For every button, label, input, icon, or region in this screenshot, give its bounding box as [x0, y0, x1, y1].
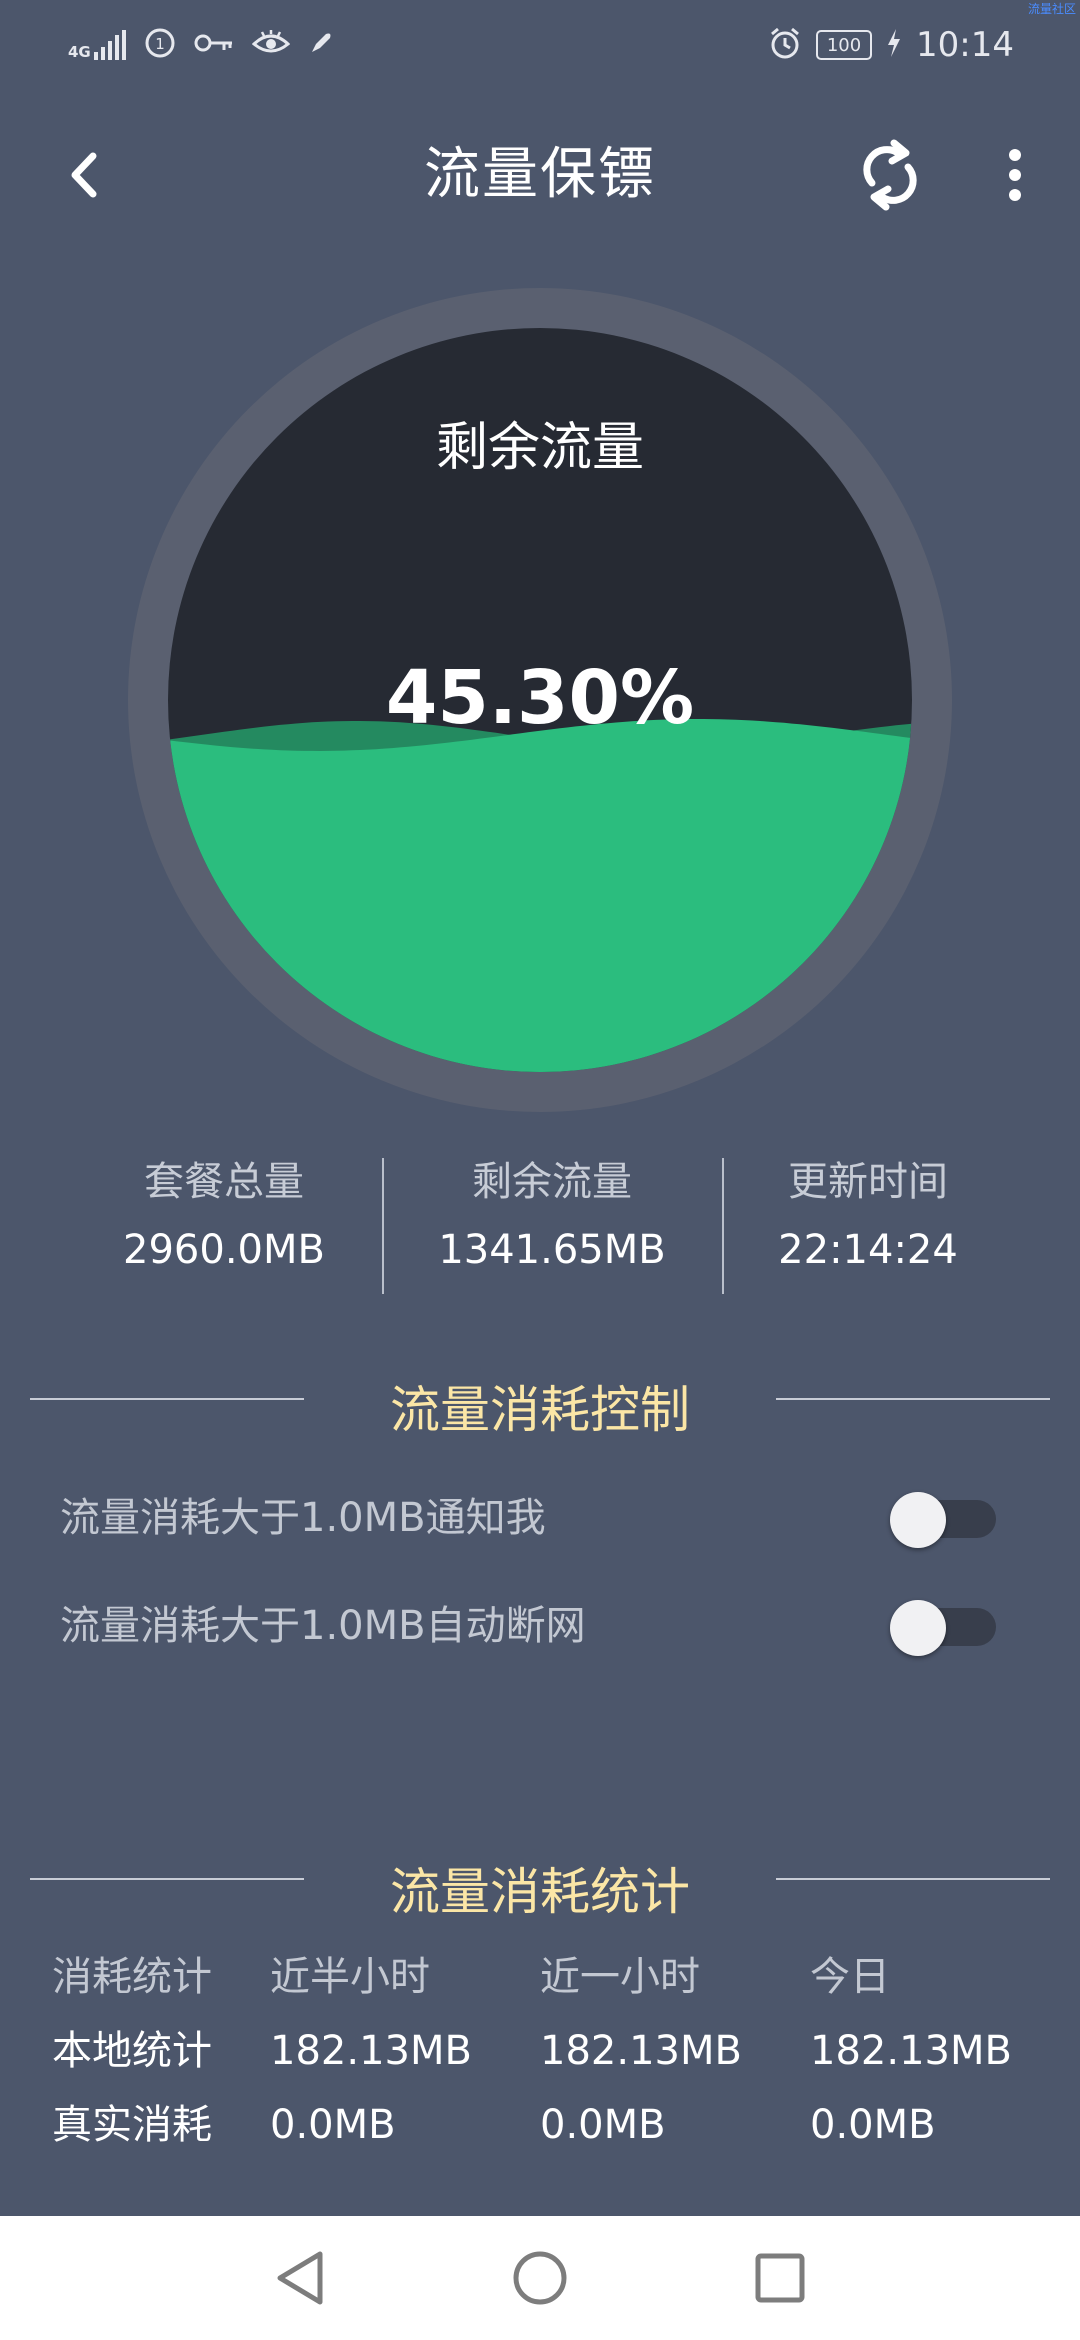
- rocket-icon: [308, 30, 334, 60]
- table-header-cell: 消耗统计: [52, 1954, 212, 2000]
- app-bar: 流量保镖: [0, 110, 1080, 240]
- stat-divider: [382, 1158, 384, 1294]
- stat-total: 套餐总量 2960.0MB: [74, 1148, 374, 1284]
- toggle-row-disconnect: 流量消耗大于1.0MB自动断网: [60, 1586, 1020, 1666]
- toggle-row-notify: 流量消耗大于1.0MB通知我: [60, 1478, 1020, 1558]
- table-header-row: 消耗统计 近半小时 近一小时 今日: [52, 1940, 1032, 2014]
- stat-remaining: 剩余流量 1341.65MB: [402, 1148, 702, 1284]
- stat-updated-value: 22:14:24: [778, 1227, 958, 1273]
- switch-thumb: [890, 1492, 946, 1548]
- gauge-percent: 45.30%: [385, 655, 695, 741]
- table-header-cell: 近一小时: [540, 1954, 700, 2000]
- nav-recents-button[interactable]: [740, 2238, 820, 2318]
- network-type: 4G: [68, 43, 91, 61]
- table-row: 本地统计 182.13MB 182.13MB 182.13MB: [52, 2014, 1032, 2088]
- table-cell: 真实消耗: [52, 2102, 212, 2148]
- eye-icon: [251, 28, 291, 62]
- consumption-table: 消耗统计 近半小时 近一小时 今日 本地统计 182.13MB 182.13MB…: [52, 1940, 1032, 2162]
- gauge-label: 剩余流量: [435, 418, 644, 478]
- stat-total-value: 2960.0MB: [123, 1227, 325, 1273]
- key-icon: [194, 31, 234, 59]
- system-nav-bar: [0, 2216, 1080, 2340]
- recents-square-icon: [755, 2253, 805, 2303]
- toggle-disconnect-switch[interactable]: [890, 1600, 1000, 1656]
- toggle-disconnect-label: 流量消耗大于1.0MB自动断网: [60, 1603, 586, 1649]
- alarm-icon: [768, 26, 802, 64]
- toggle-notify-label: 流量消耗大于1.0MB通知我: [60, 1495, 546, 1541]
- table-header-cell: 近半小时: [270, 1954, 430, 2000]
- stat-remaining-label: 剩余流量: [472, 1159, 632, 1205]
- table-cell: 0.0MB: [270, 2102, 396, 2148]
- status-bar-left: 4G 1: [68, 22, 334, 68]
- clock: 10:14: [916, 25, 1014, 65]
- stat-updated: 更新时间 22:14:24: [718, 1148, 1018, 1284]
- stat-total-label: 套餐总量: [144, 1159, 304, 1205]
- toggle-notify-switch[interactable]: [890, 1492, 1000, 1548]
- more-options-button[interactable]: [985, 135, 1045, 215]
- app-screen: 4G 1 100 10:14 流量社区 流量保镖 剩余流量 45.30% 套餐总…: [0, 0, 1080, 2340]
- table-cell: 182.13MB: [540, 2028, 742, 2074]
- svg-text:1: 1: [155, 35, 165, 53]
- status-bar-right: 100 10:14: [768, 22, 1014, 68]
- nav-home-button[interactable]: [500, 2238, 580, 2318]
- refresh-button[interactable]: [850, 135, 930, 215]
- table-cell: 182.13MB: [270, 2028, 472, 2074]
- switch-thumb: [890, 1600, 946, 1656]
- table-cell: 本地统计: [52, 2028, 212, 2074]
- table-cell: 0.0MB: [810, 2102, 936, 2148]
- gauge-wave-front: [168, 719, 912, 1072]
- more-vert-icon: [1009, 149, 1021, 201]
- statistics-section-title: 流量消耗统计: [390, 1863, 690, 1921]
- stat-updated-label: 更新时间: [788, 1159, 948, 1205]
- signal-icon: 4G: [68, 30, 126, 60]
- table-cell: 0.0MB: [540, 2102, 666, 2148]
- stat-remaining-value: 1341.65MB: [438, 1227, 666, 1273]
- watermark: 流量社区: [1027, 2, 1076, 16]
- table-header-cell: 今日: [810, 1954, 890, 2000]
- table-row: 真实消耗 0.0MB 0.0MB 0.0MB: [52, 2088, 1032, 2162]
- home-circle-icon: [513, 2251, 567, 2305]
- table-cell: 182.13MB: [810, 2028, 1012, 2074]
- battery-icon: 100: [816, 30, 873, 60]
- charging-icon: [886, 29, 902, 61]
- control-section-title: 流量消耗控制: [390, 1381, 690, 1439]
- hd-call-icon: 1: [144, 27, 176, 63]
- status-bar: 4G 1 100 10:14 流量社区: [0, 0, 1080, 90]
- back-triangle-icon: [277, 2251, 323, 2305]
- refresh-icon: [863, 139, 917, 211]
- nav-back-button[interactable]: [260, 2238, 340, 2318]
